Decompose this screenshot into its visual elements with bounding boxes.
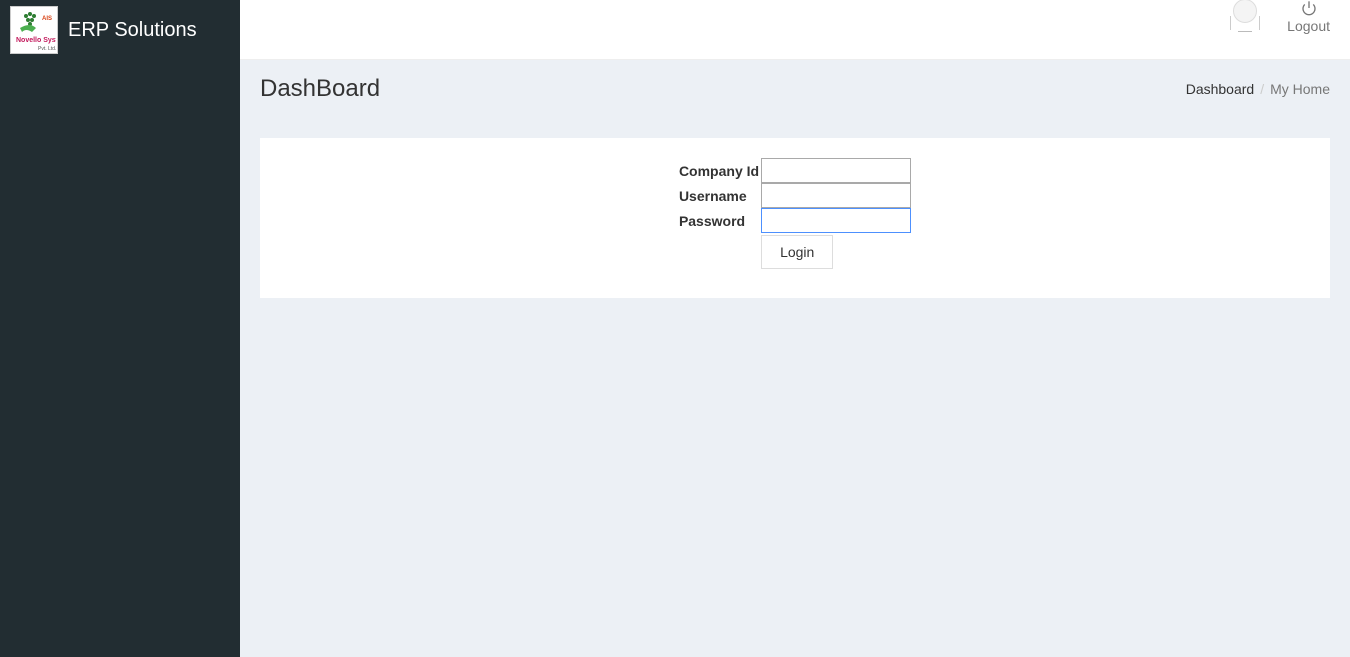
breadcrumb: Dashboard / My Home (1186, 81, 1330, 97)
svg-text:Pvt. Ltd.: Pvt. Ltd. (38, 46, 56, 52)
username-input[interactable] (761, 183, 911, 208)
breadcrumb-current: My Home (1270, 81, 1330, 97)
company-id-label: Company Id (679, 158, 761, 183)
page-title: DashBoard (260, 75, 380, 103)
username-label: Username (679, 183, 761, 208)
logo-icon: AIS Novello Systems Pvt. Ltd. (10, 6, 58, 54)
topbar: Logout (240, 0, 1350, 60)
svg-text:AIS: AIS (42, 16, 52, 22)
power-icon (1301, 0, 1317, 16)
logout-label: Logout (1287, 18, 1330, 34)
app-title: ERP Solutions (68, 19, 197, 42)
password-label: Password (679, 208, 761, 233)
login-panel: Company Id Username Password (260, 138, 1330, 298)
sidebar-header: AIS Novello Systems Pvt. Ltd. ERP Soluti… (0, 0, 240, 60)
login-form: Company Id Username Password (679, 158, 911, 269)
password-input[interactable] (761, 208, 911, 233)
company-id-input[interactable] (761, 158, 911, 183)
breadcrumb-separator: / (1260, 81, 1264, 97)
login-button[interactable]: Login (761, 235, 833, 269)
svg-text:Novello Systems: Novello Systems (16, 37, 56, 44)
sidebar: AIS Novello Systems Pvt. Ltd. ERP Soluti… (0, 0, 240, 657)
content-header: DashBoard Dashboard / My Home (240, 60, 1350, 118)
breadcrumb-root[interactable]: Dashboard (1186, 81, 1255, 97)
content: Company Id Username Password (240, 118, 1350, 657)
user-avatar[interactable] (1233, 0, 1257, 32)
logout-button[interactable]: Logout (1287, 0, 1330, 34)
main-area: Logout DashBoard Dashboard / My Home Com… (240, 0, 1350, 657)
